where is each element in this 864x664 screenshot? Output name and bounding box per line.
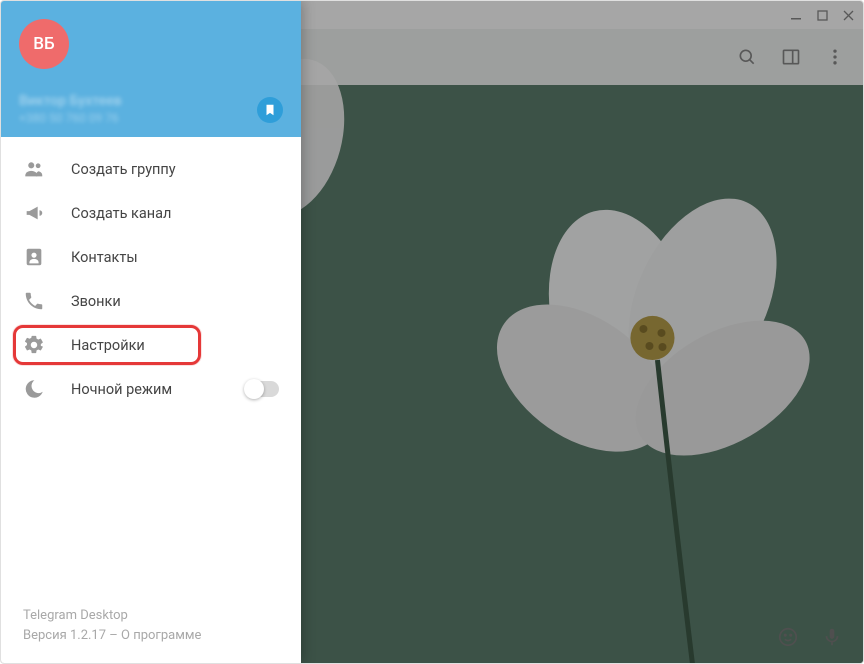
menu-label: Ночной режим — [71, 381, 172, 398]
group-icon — [23, 158, 45, 180]
menu-item-create-group[interactable]: Создать группу — [1, 147, 301, 191]
phone-icon — [23, 290, 45, 312]
user-name: Виктор Бухтеев — [19, 93, 283, 109]
app-window: ВБ Виктор Бухтеев +380 50 760 09 76 Созд… — [0, 0, 864, 664]
menu-item-settings[interactable]: Настройки — [1, 323, 301, 367]
app-name-label: Telegram Desktop — [23, 606, 279, 626]
menu-item-calls[interactable]: Звонки — [1, 279, 301, 323]
drawer-header: ВБ Виктор Бухтеев +380 50 760 09 76 — [1, 1, 301, 137]
drawer-menu: Создать группу Создать канал Контакты Зв… — [1, 137, 301, 592]
user-phone: +380 50 760 09 76 — [19, 111, 283, 125]
drawer-footer: Telegram Desktop Версия 1.2.17 – О прогр… — [1, 592, 301, 663]
megaphone-icon — [23, 202, 45, 224]
menu-item-create-channel[interactable]: Создать канал — [1, 191, 301, 235]
version-label: Версия 1.2.17 — [23, 628, 106, 643]
menu-item-night-mode[interactable]: Ночной режим — [1, 367, 301, 411]
menu-label: Контакты — [71, 249, 138, 266]
avatar[interactable]: ВБ — [19, 19, 69, 69]
main-menu-drawer: ВБ Виктор Бухтеев +380 50 760 09 76 Созд… — [1, 1, 301, 663]
gear-icon — [23, 334, 45, 356]
night-mode-toggle[interactable] — [245, 381, 279, 397]
menu-label: Настройки — [71, 337, 145, 354]
moon-icon — [23, 378, 45, 400]
menu-label: Создать канал — [71, 205, 171, 222]
menu-label: Звонки — [71, 293, 121, 310]
menu-label: Создать группу — [71, 161, 176, 178]
contact-icon — [23, 246, 45, 268]
bookmark-icon — [263, 103, 277, 117]
about-link[interactable]: О программе — [121, 628, 201, 643]
version-line: Версия 1.2.17 – О программе — [23, 626, 279, 646]
saved-messages-button[interactable] — [257, 97, 283, 123]
menu-item-contacts[interactable]: Контакты — [1, 235, 301, 279]
